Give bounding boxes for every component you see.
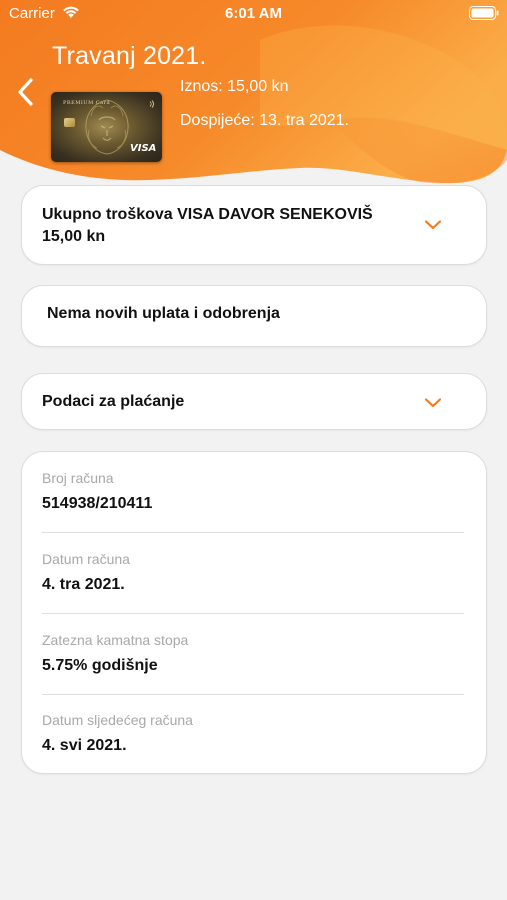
- detail-label: Broj računa: [42, 470, 114, 486]
- card-chip: [64, 118, 75, 127]
- back-icon[interactable]: [12, 76, 42, 108]
- detail-value: 514938/210411: [42, 495, 153, 512]
- contactless-icon: [149, 100, 154, 108]
- detail-row-statement-date: Datum računa 4. tra 2021.: [42, 533, 464, 614]
- chevron-down-icon[interactable]: [424, 219, 442, 231]
- payment-details-panel: Broj računa 514938/210411 Datum računa 4…: [21, 451, 487, 774]
- battery-icon: [469, 6, 499, 20]
- detail-value: 4. svi 2021.: [42, 737, 127, 754]
- statement-screen: Carrier 6:01 AM Travanj 2021. PREMIUM Ca…: [0, 0, 507, 900]
- total-costs-text: Ukupno troškova VISA DAVOR SENEKOVIŠ 15,…: [42, 204, 422, 248]
- total-costs-panel[interactable]: Ukupno troškova VISA DAVOR SENEKOVIŠ 15,…: [21, 185, 487, 265]
- detail-label: Datum računa: [42, 551, 130, 567]
- statement-due-date: Dospijeće: 13. tra 2021.: [180, 112, 349, 129]
- credit-card-image: PREMIUM Card VISA: [51, 92, 162, 162]
- total-costs-amount: 15,00 kn: [42, 228, 106, 245]
- detail-label: Zatezna kamatna stopa: [42, 632, 189, 648]
- detail-row-account-number: Broj računa 514938/210411: [42, 452, 464, 533]
- status-bar: Carrier 6:01 AM: [0, 0, 507, 28]
- statement-header: Carrier 6:01 AM Travanj 2021. PREMIUM Ca…: [0, 0, 507, 190]
- card-network-label: VISA: [130, 143, 157, 154]
- payment-info-title: Podaci za plaćanje: [42, 393, 185, 410]
- page-title: Travanj 2021.: [52, 42, 207, 70]
- card-tier-label: PREMIUM Card: [63, 100, 111, 106]
- detail-value: 4. tra 2021.: [42, 576, 125, 593]
- statement-amount: Iznos: 15,00 kn: [180, 78, 289, 95]
- status-time: 6:01 AM: [225, 5, 282, 22]
- detail-row-interest-rate: Zatezna kamatna stopa 5.75% godišnje: [42, 614, 464, 695]
- chevron-down-icon[interactable]: [424, 397, 442, 409]
- detail-label: Datum sljedećeg računa: [42, 712, 193, 728]
- detail-row-next-statement: Datum sljedećeg računa 4. svi 2021.: [42, 694, 464, 775]
- total-costs-title: Ukupno troškova VISA DAVOR SENEKOVIŠ: [42, 206, 373, 223]
- detail-value: 5.75% godišnje: [42, 657, 158, 674]
- payment-info-panel[interactable]: Podaci za plaćanje: [21, 373, 487, 430]
- payments-title: Nema novih uplata i odobrenja: [47, 305, 280, 322]
- payments-panel: Nema novih uplata i odobrenja: [21, 285, 487, 347]
